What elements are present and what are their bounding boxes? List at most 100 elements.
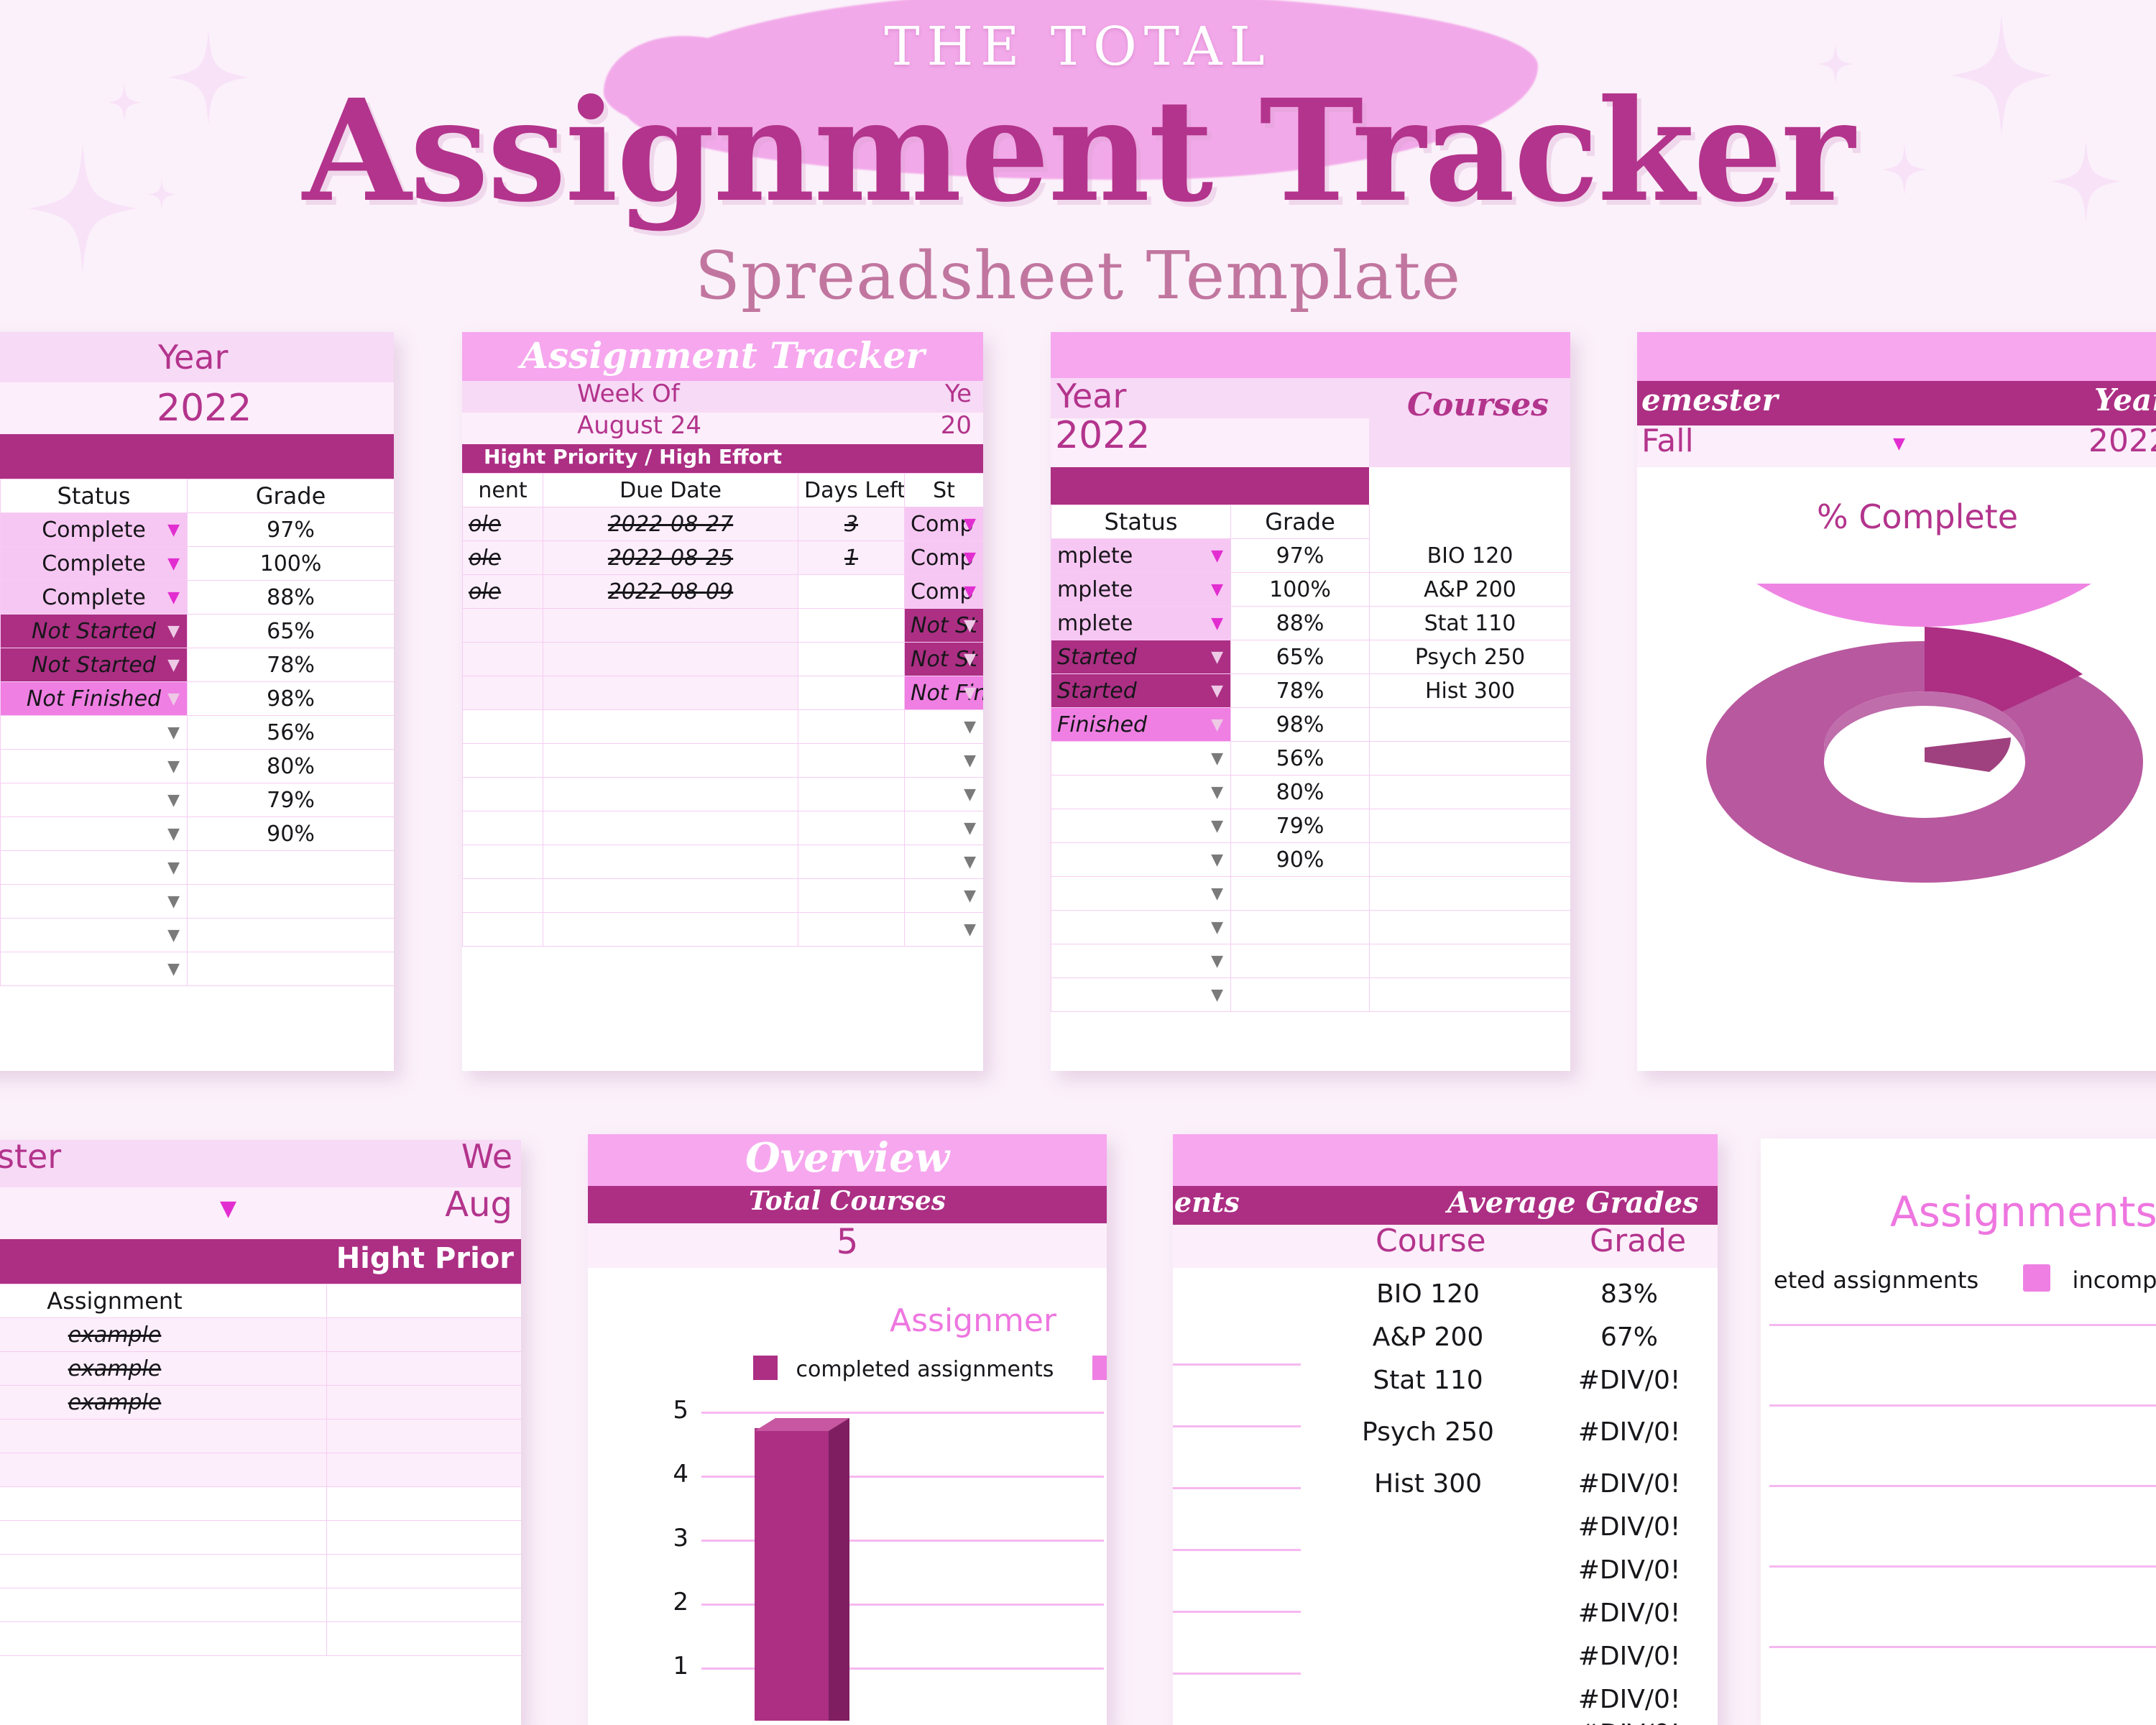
grade-cell[interactable]: 98% xyxy=(1230,707,1370,742)
chevron-down-icon[interactable]: ▼ xyxy=(964,542,976,574)
status-cell[interactable]: Started ▼ xyxy=(1051,673,1231,708)
blank-cell[interactable] xyxy=(326,1486,521,1521)
grade-cell[interactable]: 80% xyxy=(1230,775,1370,809)
days-left-cell[interactable] xyxy=(798,574,905,609)
chevron-down-icon[interactable]: ▼ xyxy=(167,852,180,884)
assignment-cell[interactable]: example xyxy=(0,1317,327,1352)
course-cell[interactable] xyxy=(1369,775,1570,809)
assignment-cell[interactable] xyxy=(462,709,543,744)
blank-cell[interactable] xyxy=(326,1385,521,1420)
days-left-cell[interactable] xyxy=(798,642,905,676)
grade-cell[interactable] xyxy=(187,850,394,885)
status-cell[interactable]: Not Fin ▼ xyxy=(904,676,983,710)
grade-cell[interactable]: 78% xyxy=(1230,673,1370,708)
assignment-cell[interactable] xyxy=(0,1554,327,1588)
status-cell[interactable]: Finished ▼ xyxy=(1051,707,1231,742)
grade-cell[interactable]: 65% xyxy=(187,614,394,648)
course-cell[interactable] xyxy=(1369,707,1570,742)
blank-cell[interactable] xyxy=(326,1317,521,1352)
chevron-down-icon[interactable]: ▼ xyxy=(1211,911,1223,944)
grade-cell[interactable] xyxy=(1230,876,1370,911)
assignment-cell[interactable] xyxy=(462,811,543,845)
grade-cell[interactable] xyxy=(1230,944,1370,978)
grade-cell[interactable]: 88% xyxy=(1230,606,1370,640)
status-cell[interactable]: Not Finished ▼ xyxy=(0,681,188,716)
due-date-cell[interactable] xyxy=(543,777,798,811)
course-cell[interactable]: BIO 120 xyxy=(1369,538,1570,573)
status-cell[interactable]: ▼ xyxy=(0,816,188,851)
status-cell[interactable]: Complete ▼ xyxy=(0,512,188,547)
chevron-down-icon[interactable]: ▼ xyxy=(1211,607,1223,640)
course-cell[interactable] xyxy=(1369,910,1570,944)
due-date-cell[interactable] xyxy=(543,912,798,947)
chevron-down-icon[interactable]: ▼ xyxy=(1211,979,1223,1011)
chevron-down-icon[interactable]: ▼ xyxy=(964,846,976,878)
days-left-cell[interactable] xyxy=(798,811,905,845)
grade-cell[interactable]: 80% xyxy=(187,749,394,783)
status-cell[interactable]: Not Started ▼ xyxy=(0,614,188,648)
grade-cell[interactable] xyxy=(1230,910,1370,944)
status-cell[interactable]: Not Started ▼ xyxy=(0,648,188,682)
chevron-down-icon[interactable]: ▼ xyxy=(1211,945,1223,978)
status-cell[interactable]: mplete ▼ xyxy=(1051,572,1231,607)
due-date-cell[interactable] xyxy=(543,608,798,643)
course-cell[interactable]: A&P 200 xyxy=(1369,572,1570,607)
status-cell[interactable]: ▼ xyxy=(904,912,983,947)
chevron-down-icon[interactable]: ▼ xyxy=(1211,675,1223,707)
chevron-down-icon[interactable]: ▼ xyxy=(1211,844,1223,876)
chevron-down-icon[interactable]: ▼ xyxy=(167,615,180,648)
due-date-cell[interactable] xyxy=(543,845,798,879)
chevron-down-icon[interactable]: ▼ xyxy=(1211,776,1223,809)
chevron-down-icon[interactable]: ▼ xyxy=(220,1195,236,1223)
status-cell[interactable]: ▼ xyxy=(904,878,983,913)
grade-cell[interactable]: 79% xyxy=(187,783,394,817)
status-cell[interactable]: ▼ xyxy=(1051,842,1231,877)
donut-semester-value[interactable]: Fall xyxy=(1641,423,1694,459)
chevron-down-icon[interactable]: ▼ xyxy=(167,818,180,850)
chevron-down-icon[interactable]: ▼ xyxy=(167,953,180,985)
status-cell[interactable]: ▼ xyxy=(904,811,983,845)
status-cell[interactable]: Not St ▼ xyxy=(904,608,983,643)
grade-cell[interactable]: 98% xyxy=(187,681,394,716)
grade-cell[interactable] xyxy=(187,918,394,952)
chevron-down-icon[interactable]: ▼ xyxy=(167,514,180,546)
chevron-down-icon[interactable]: ▼ xyxy=(167,750,180,783)
assignment-cell[interactable]: ole xyxy=(462,574,543,609)
chevron-down-icon[interactable]: ▼ xyxy=(167,886,180,918)
assignment-cell[interactable] xyxy=(0,1486,327,1521)
assignment-cell[interactable]: example xyxy=(0,1385,327,1420)
grade-cell[interactable] xyxy=(187,952,394,986)
days-left-cell[interactable] xyxy=(798,845,905,879)
course-cell[interactable] xyxy=(1369,876,1570,911)
days-left-cell[interactable] xyxy=(798,676,905,710)
days-left-cell[interactable] xyxy=(798,878,905,913)
course-cell[interactable] xyxy=(1369,809,1570,843)
chevron-down-icon[interactable]: ▼ xyxy=(167,784,180,816)
status-cell[interactable]: ▼ xyxy=(904,845,983,879)
days-left-cell[interactable] xyxy=(798,709,905,744)
days-left-cell[interactable]: 3 xyxy=(798,507,905,541)
grade-cell[interactable]: 100% xyxy=(187,546,394,581)
assignment-cell[interactable]: ole xyxy=(462,507,543,541)
days-left-cell[interactable] xyxy=(798,608,905,643)
blank-cell[interactable] xyxy=(326,1588,521,1622)
grade-cell[interactable]: 65% xyxy=(1230,640,1370,674)
chevron-down-icon[interactable]: ▼ xyxy=(1211,810,1223,842)
chevron-down-icon[interactable]: ▼ xyxy=(964,677,976,709)
status-cell[interactable]: ▼ xyxy=(1051,775,1231,809)
grade-cell[interactable]: 97% xyxy=(187,512,394,547)
days-left-cell[interactable]: 1 xyxy=(798,540,905,575)
chevron-down-icon[interactable]: ▼ xyxy=(1893,428,1905,460)
status-cell[interactable]: ▼ xyxy=(1051,910,1231,944)
due-date-cell[interactable] xyxy=(543,743,798,778)
days-left-cell[interactable] xyxy=(798,777,905,811)
blank-cell[interactable] xyxy=(326,1520,521,1555)
assignment-cell[interactable] xyxy=(462,845,543,879)
due-date-cell[interactable]: 2022-08-09 xyxy=(543,574,798,609)
assignment-cell[interactable] xyxy=(462,743,543,778)
blank-cell[interactable] xyxy=(326,1554,521,1588)
assignment-cell[interactable] xyxy=(0,1419,327,1453)
assignment-cell[interactable] xyxy=(462,777,543,811)
due-date-cell[interactable] xyxy=(543,811,798,845)
chevron-down-icon[interactable]: ▼ xyxy=(964,880,976,912)
